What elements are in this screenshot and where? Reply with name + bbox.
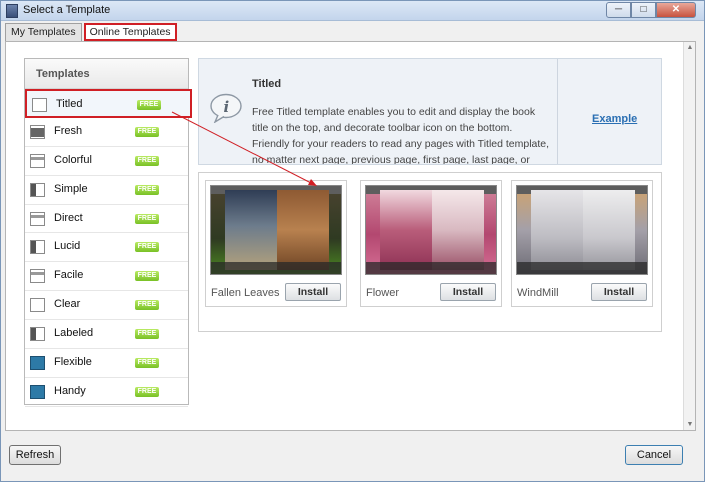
template-card-fallen-leaves[interactable]: Fallen Leaves Install bbox=[205, 180, 347, 307]
sidebar-item-label: Colorful bbox=[54, 153, 92, 166]
svg-text:i: i bbox=[224, 98, 230, 116]
template-card-flower[interactable]: Flower Install bbox=[360, 180, 502, 307]
template-preview-windmill bbox=[516, 185, 648, 275]
free-badge: FREE bbox=[135, 300, 159, 311]
sidebar-item-label: Fresh bbox=[54, 124, 83, 137]
layout-icon bbox=[32, 98, 47, 112]
layout-icon bbox=[30, 211, 45, 226]
sidebar-item-colorful[interactable]: Colorful FREE bbox=[25, 147, 188, 176]
layout-icon bbox=[30, 240, 45, 255]
sidebar-item-clear[interactable]: Clear FREE bbox=[25, 291, 188, 321]
layout-icon bbox=[30, 269, 45, 284]
preview-toolbar bbox=[366, 262, 496, 274]
maximize-icon[interactable]: □ bbox=[631, 2, 656, 18]
template-description: Free Titled template enables you to edit… bbox=[252, 106, 550, 164]
info-bubble-icon: i bbox=[210, 93, 242, 123]
free-badge: FREE bbox=[135, 184, 159, 195]
sidebar-item-label: Labeled bbox=[54, 327, 94, 340]
template-title: Titled bbox=[252, 78, 282, 90]
install-button[interactable]: Install bbox=[591, 283, 647, 301]
template-name: Fallen Leaves bbox=[211, 287, 280, 299]
sidebar-item-flexible[interactable]: Flexible FREE bbox=[25, 349, 188, 378]
window-controls: ─ □ ✕ bbox=[606, 2, 696, 18]
example-link[interactable]: Example bbox=[592, 113, 637, 125]
sidebar-item-labeled[interactable]: Labeled FREE bbox=[25, 320, 188, 350]
tab-my-templates[interactable]: My Templates bbox=[5, 23, 82, 41]
free-badge: FREE bbox=[135, 329, 159, 340]
install-button[interactable]: Install bbox=[285, 283, 341, 301]
sidebar-item-label: Lucid bbox=[54, 240, 81, 253]
sidebar-item-fresh[interactable]: Fresh FREE bbox=[25, 118, 188, 147]
sidebar-item-label: Simple bbox=[54, 182, 88, 195]
sidebar-header: Templates bbox=[25, 59, 188, 89]
preview-page-right bbox=[432, 190, 484, 270]
preview-page-left bbox=[531, 190, 583, 270]
tab-bar: My Templates Online Templates bbox=[5, 23, 179, 41]
layout-icon bbox=[30, 327, 45, 342]
sidebar-item-simple[interactable]: Simple FREE bbox=[25, 176, 188, 205]
layout-icon bbox=[30, 182, 45, 197]
template-gallery: Fallen Leaves Install Flower Install Win… bbox=[198, 172, 662, 332]
layout-icon bbox=[30, 124, 45, 139]
online-templates-panel: Templates Titled FREE Fresh FREE Colorfu… bbox=[5, 41, 696, 431]
template-info-panel: i Titled Free Titled template enables yo… bbox=[198, 58, 662, 165]
free-badge: FREE bbox=[135, 242, 159, 253]
select-template-dialog: Select a Template ─ □ ✕ My Templates Onl… bbox=[0, 0, 705, 482]
templates-sidebar: Templates Titled FREE Fresh FREE Colorfu… bbox=[24, 58, 192, 407]
free-badge: FREE bbox=[135, 213, 159, 224]
app-icon bbox=[6, 4, 18, 18]
template-preview-fallen-leaves bbox=[210, 185, 342, 275]
free-badge: FREE bbox=[135, 358, 159, 369]
scroll-down-icon[interactable]: ▼ bbox=[686, 421, 694, 428]
template-preview-flower bbox=[365, 185, 497, 275]
title-bar: Select a Template ─ □ ✕ bbox=[1, 1, 704, 21]
scroll-up-icon[interactable]: ▲ bbox=[686, 44, 694, 51]
install-button[interactable]: Install bbox=[440, 283, 496, 301]
free-badge: FREE bbox=[135, 271, 159, 282]
free-badge: FREE bbox=[137, 100, 161, 110]
sidebar-item-lucid[interactable]: Lucid FREE bbox=[25, 233, 188, 263]
refresh-button[interactable]: Refresh bbox=[9, 445, 61, 465]
layout-icon bbox=[30, 298, 45, 313]
close-icon[interactable]: ✕ bbox=[656, 2, 696, 18]
free-badge: FREE bbox=[135, 386, 159, 397]
sidebar-item-label: Titled bbox=[56, 98, 83, 110]
preview-page-right bbox=[583, 190, 635, 270]
sidebar-item-direct[interactable]: Direct FREE bbox=[25, 205, 188, 234]
template-name: Flower bbox=[366, 287, 400, 299]
cancel-button[interactable]: Cancel bbox=[625, 445, 683, 465]
preview-page-left bbox=[380, 190, 432, 270]
free-badge: FREE bbox=[135, 126, 159, 137]
sidebar-item-label: Clear bbox=[54, 298, 81, 311]
info-divider bbox=[557, 59, 558, 164]
sidebar-item-label: Handy bbox=[54, 384, 86, 397]
preview-toolbar bbox=[211, 262, 341, 274]
sidebar-item-label: Direct bbox=[54, 211, 83, 224]
preview-toolbar bbox=[517, 262, 647, 274]
preview-page-right bbox=[277, 190, 329, 270]
layout-icon bbox=[30, 153, 45, 168]
sidebar-item-label: Facile bbox=[54, 269, 84, 282]
tab-online-templates[interactable]: Online Templates bbox=[83, 23, 177, 41]
sidebar-item-facile[interactable]: Facile FREE bbox=[25, 262, 188, 292]
vertical-scrollbar[interactable]: ▲ ▼ bbox=[683, 42, 695, 430]
template-name: WindMill bbox=[517, 287, 559, 299]
layout-icon bbox=[30, 384, 45, 399]
sidebar-item-titled[interactable]: Titled FREE bbox=[25, 89, 192, 118]
window-title: Select a Template bbox=[23, 4, 111, 16]
preview-page-left bbox=[225, 190, 277, 270]
template-card-windmill[interactable]: WindMill Install bbox=[511, 180, 653, 307]
minimize-icon[interactable]: ─ bbox=[606, 2, 631, 18]
sidebar-item-label: Flexible bbox=[54, 356, 92, 369]
sidebar-item-handy[interactable]: Handy FREE bbox=[25, 378, 188, 407]
layout-icon bbox=[30, 356, 45, 371]
free-badge: FREE bbox=[135, 155, 159, 166]
